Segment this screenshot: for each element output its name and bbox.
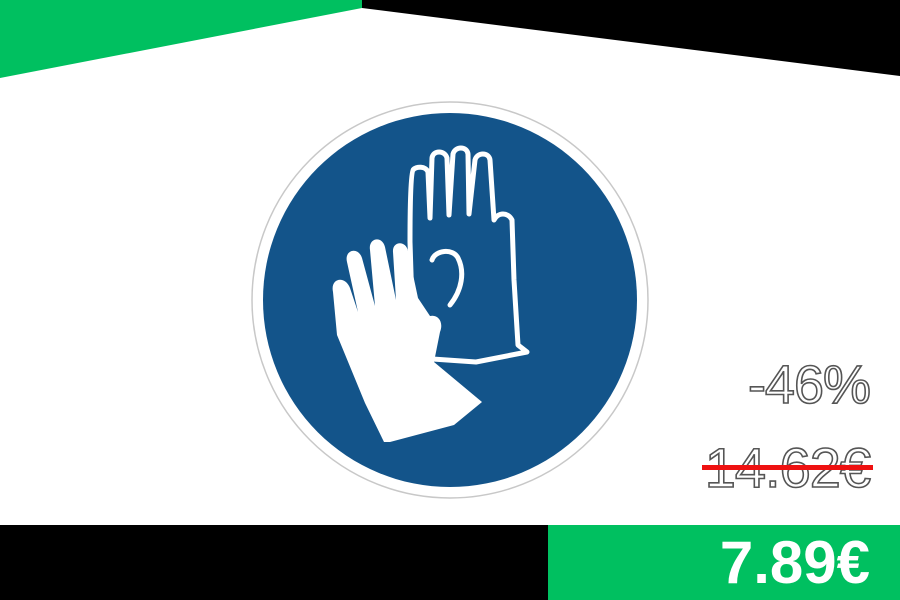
- discount-percentage: -46%: [747, 354, 872, 416]
- old-price-container: 14.62€: [701, 435, 873, 501]
- strikethrough-line: [701, 465, 873, 470]
- top-banner: [0, 0, 900, 78]
- top-banner-green: [0, 0, 362, 78]
- bottom-banner-black: [0, 525, 548, 600]
- mandatory-gloves-sign: [251, 101, 649, 499]
- new-price: 7.89€: [719, 529, 870, 596]
- top-banner-black: [362, 0, 900, 76]
